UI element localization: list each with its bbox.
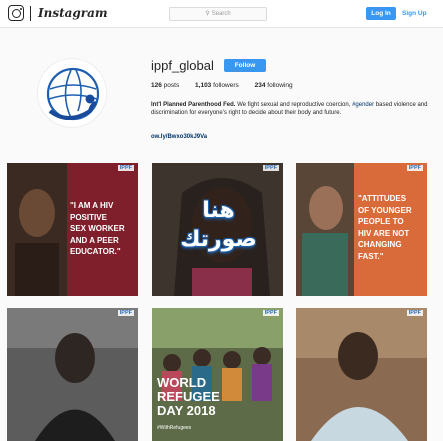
followers-stat[interactable]: 1,103 followers xyxy=(195,82,239,89)
title-line: REFUGEE xyxy=(157,389,220,404)
followers-label: followers xyxy=(213,82,239,89)
quote-line: OF YOUNGER xyxy=(358,205,412,215)
title-line: WORLD xyxy=(157,375,207,390)
instagram-camera-icon[interactable] xyxy=(8,5,24,21)
top-nav-bar: Instagram ⚲ Search Log In Sign Up xyxy=(0,0,443,28)
login-button[interactable]: Log In xyxy=(366,7,396,20)
ippf-logo: IPPF xyxy=(406,165,423,171)
refugee-hashtag: #WithRefugees xyxy=(157,425,192,431)
quote-line: HIV ARE NOT xyxy=(358,228,410,238)
portrait-photo xyxy=(296,308,427,441)
ippf-logo: IPPF xyxy=(117,310,134,316)
profile-full-name: Int'l Planned Parenthood Fed. xyxy=(151,102,236,108)
ippf-logo: IPPF xyxy=(117,165,134,171)
quote-line: SEX WORKER xyxy=(70,224,125,233)
quote-line: CHANGING xyxy=(358,240,402,249)
post-tile-hiv-sex-worker[interactable]: IPPF "I AM A HIV POSITIVE SEX WORKER AND… xyxy=(7,163,138,296)
arabic-overlay-text: هنا صورتك xyxy=(166,196,271,254)
quote-line: POSITIVE xyxy=(70,212,107,222)
profile-stats: 126 posts 1,103 followers 234 following xyxy=(151,82,307,89)
followers-count: 1,103 xyxy=(195,82,212,89)
search-input[interactable]: ⚲ Search xyxy=(169,7,267,21)
portrait-photo xyxy=(7,308,138,441)
search-icon: ⚲ xyxy=(205,11,210,17)
post-tile-attitudes[interactable]: IPPF "ATTITUDES OF YOUNGER PEOPLE TO HIV… xyxy=(296,163,427,296)
nav-divider xyxy=(30,6,31,21)
profile-username: ippf_global xyxy=(151,58,214,73)
quote-line: "ATTITUDES xyxy=(358,194,407,203)
bio-hashtag[interactable]: #gender xyxy=(352,102,374,108)
post-tile-man-portrait[interactable]: IPPF xyxy=(7,308,138,441)
bio-link[interactable]: ow.ly/Bwxo30kJ9Va xyxy=(151,134,207,140)
post-quote: "ATTITUDES OF YOUNGER PEOPLE TO HIV ARE … xyxy=(358,193,412,262)
quote-line: EDUCATOR." xyxy=(70,247,121,256)
posts-stat: 126 posts xyxy=(151,82,179,89)
search-placeholder: Search xyxy=(211,11,231,17)
ippf-logo: IPPF xyxy=(262,310,279,316)
profile-avatar[interactable] xyxy=(37,58,107,128)
post-tile-elderly-man[interactable]: IPPF xyxy=(296,308,427,441)
instagram-wordmark[interactable]: Instagram xyxy=(38,6,108,20)
quote-line: AND A PEER xyxy=(70,235,119,245)
refugee-day-title: WORLD REFUGEE DAY 2018 xyxy=(157,376,220,418)
posts-label: posts xyxy=(163,82,180,89)
follow-button[interactable]: Follow xyxy=(224,59,266,72)
quote-line: "I AM A HIV xyxy=(70,201,114,210)
following-count: 234 xyxy=(254,82,266,89)
ippf-logo: IPPF xyxy=(262,165,279,171)
posts-count: 126 xyxy=(151,82,162,89)
title-line: DAY 2018 xyxy=(157,403,216,418)
ippf-logo: IPPF xyxy=(406,310,423,316)
post-tile-world-refugee-day[interactable]: IPPF WORLD REFUGEE DAY 2018 #WithRefugee… xyxy=(152,308,283,441)
ippf-globe-logo xyxy=(46,67,100,121)
bio-text: We fight sexual and reproductive coercio… xyxy=(237,102,351,108)
profile-bio: Int'l Planned Parenthood Fed. We fight s… xyxy=(151,101,431,117)
following-stat[interactable]: 234 following xyxy=(255,82,293,89)
signup-link[interactable]: Sign Up xyxy=(402,7,427,20)
quote-line: FAST." xyxy=(358,251,384,261)
overlay-line: صورتك xyxy=(180,227,257,252)
post-quote: "I AM A HIV POSITIVE SEX WORKER AND A PE… xyxy=(70,200,125,258)
quote-line: PEOPLE TO xyxy=(358,217,404,226)
overlay-line: هنا xyxy=(202,198,235,223)
following-label: following xyxy=(267,82,293,89)
